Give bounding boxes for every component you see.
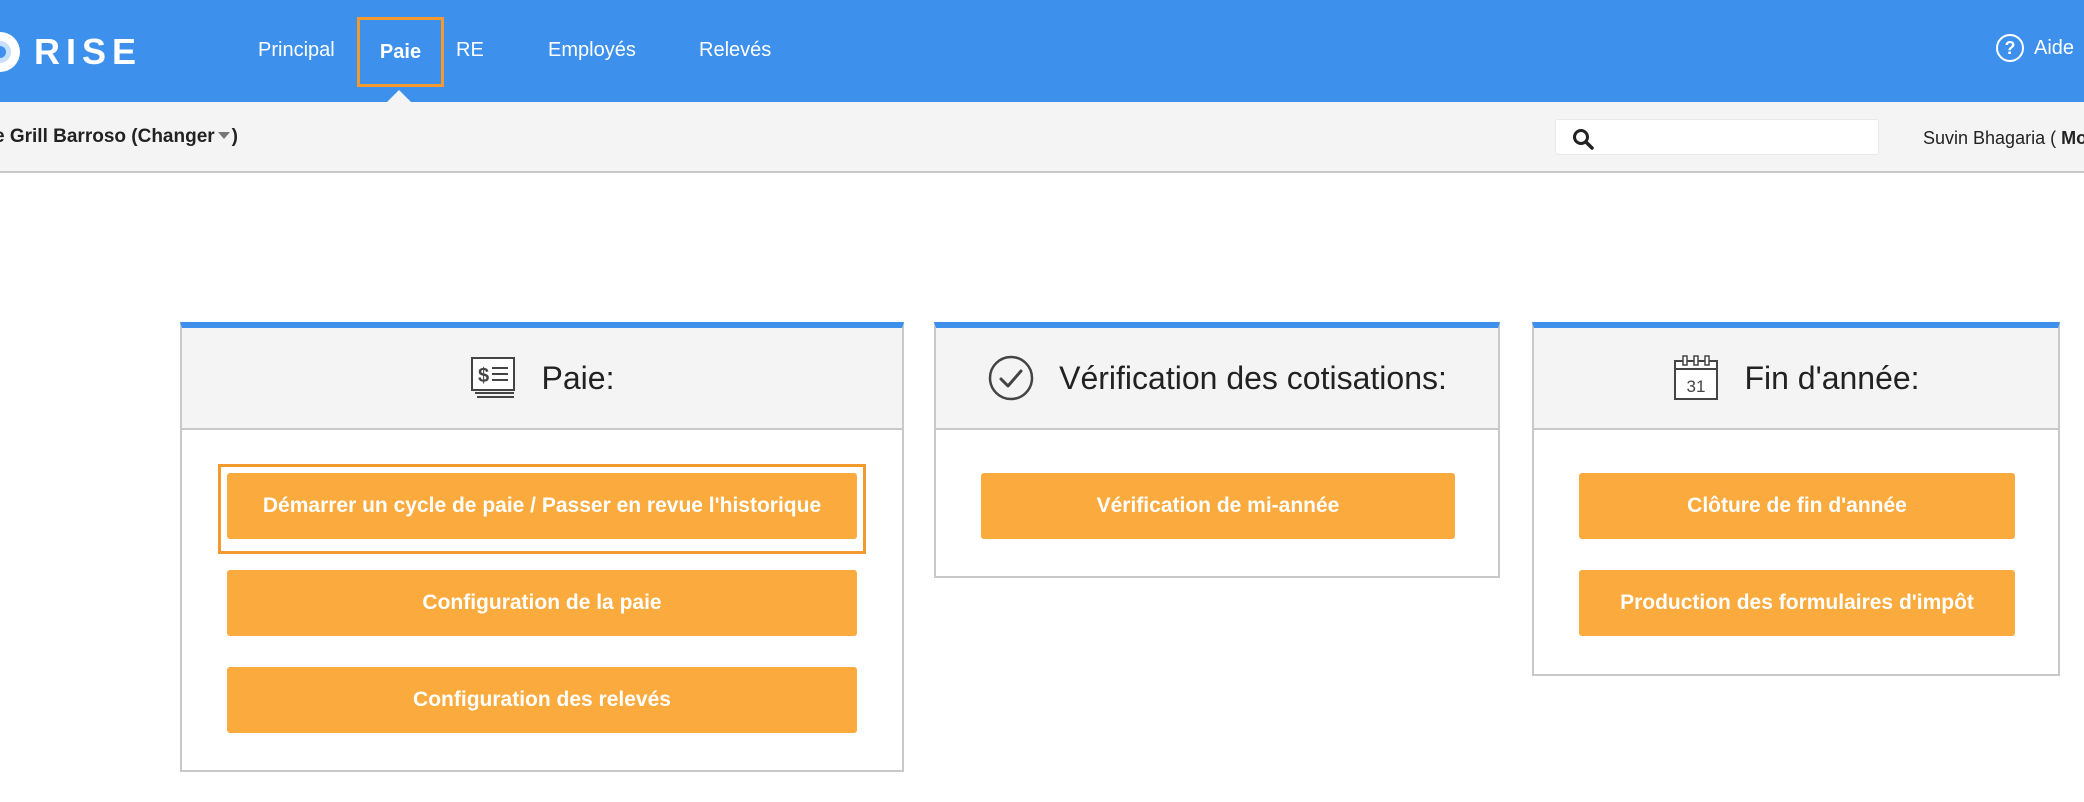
calendar-day: 31: [1687, 377, 1706, 396]
user-menu[interactable]: Suvin Bhagaria ( Mo: [1923, 128, 2084, 149]
checkmark-circle-icon: [988, 355, 1034, 401]
company-close-paren: ): [231, 126, 238, 147]
card-fin-annee-title: Fin d'année:: [1744, 359, 1920, 396]
svg-text:$: $: [478, 365, 489, 387]
mid-year-verification-button[interactable]: Vérification de mi-année: [981, 473, 1455, 539]
card-verification-header: Vérification des cotisations:: [936, 328, 1498, 430]
card-verification: Vérification des cotisations: Vérificati…: [934, 322, 1500, 578]
logo-ring-icon: [0, 32, 20, 72]
nav-item-paie-label: Paie: [379, 40, 422, 63]
nav-item-releves[interactable]: Relevés: [699, 38, 771, 62]
help-icon: ?: [1996, 34, 2024, 62]
active-tab-caret: [387, 90, 411, 102]
chevron-down-icon: [217, 131, 230, 139]
user-suffix: Mo: [2061, 128, 2084, 148]
nav-item-paie[interactable]: Paie: [357, 17, 444, 87]
tax-forms-production-button[interactable]: Production des formulaires d'impôt: [1579, 570, 2015, 636]
card-fin-annee: 31 Fin d'année: Clôture de fin d'année P…: [1532, 322, 2060, 676]
help-label: Aide: [2034, 36, 2075, 59]
nav-item-employes[interactable]: Employés: [548, 38, 636, 62]
company-switcher[interactable]: e Grill Barroso (Changer): [0, 126, 238, 148]
statements-configuration-button[interactable]: Configuration des relevés: [227, 667, 857, 733]
card-paie: $ Paie: Démarrer un cycle de paie / Pass…: [180, 322, 904, 772]
search-box[interactable]: [1555, 119, 1879, 155]
help-button[interactable]: ? Aide: [1996, 34, 2074, 62]
payroll-configuration-button[interactable]: Configuration de la paie: [227, 570, 857, 636]
payroll-check-icon: $: [470, 357, 515, 398]
search-icon: [1573, 129, 1594, 150]
nav-item-principal[interactable]: Principal: [258, 38, 335, 62]
card-verification-title: Vérification des cotisations:: [1059, 359, 1447, 396]
calendar-icon: 31: [1674, 355, 1719, 400]
user-name: Suvin Bhagaria (: [1923, 128, 2057, 148]
card-fin-annee-header: 31 Fin d'année:: [1534, 328, 2058, 430]
search-input[interactable]: [1604, 124, 1872, 150]
top-nav-bar: RISE Principal Paie RE Employés Relevés …: [0, 0, 2084, 102]
card-paie-title: Paie:: [541, 359, 615, 396]
company-name: e Grill Barroso (Changer: [0, 126, 215, 147]
start-payroll-cycle-button[interactable]: Démarrer un cycle de paie / Passer en re…: [227, 473, 857, 539]
nav-item-re[interactable]: RE: [456, 38, 484, 62]
logo-text: RISE: [34, 31, 143, 72]
year-end-closing-button[interactable]: Clôture de fin d'année: [1579, 473, 2015, 539]
rise-logo[interactable]: RISE: [0, 28, 142, 76]
card-paie-header: $ Paie:: [182, 328, 902, 430]
sub-header-bar: e Grill Barroso (Changer) Suvin Bhagaria…: [0, 102, 2084, 173]
